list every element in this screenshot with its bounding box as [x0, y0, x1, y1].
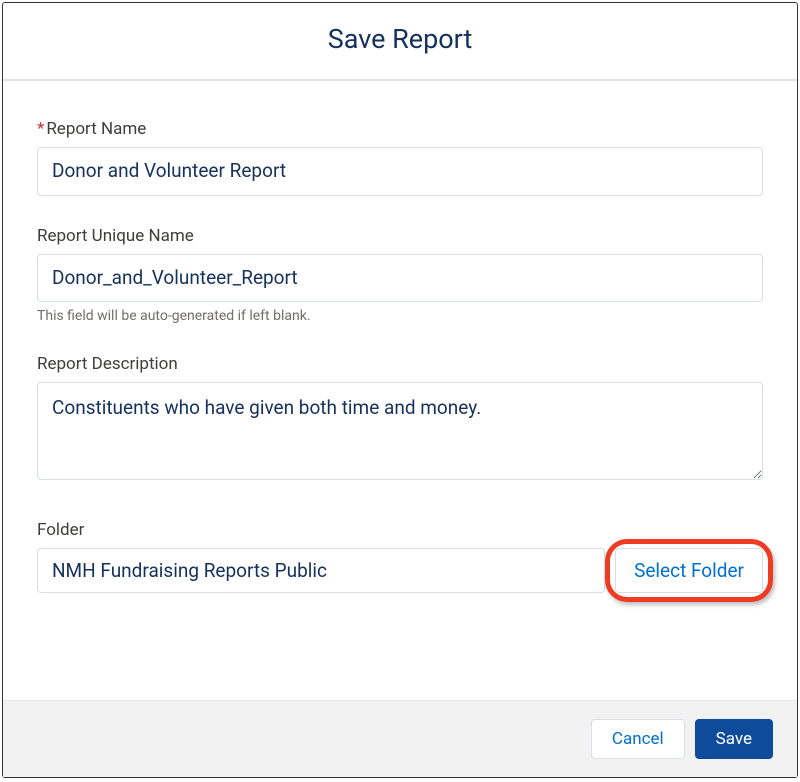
- save-report-modal: Save Report *Report Name Report Unique N…: [2, 2, 798, 778]
- modal-body: *Report Name Report Unique Name This fie…: [3, 81, 797, 700]
- modal-footer: Cancel Save: [3, 700, 797, 777]
- cancel-button[interactable]: Cancel: [591, 719, 685, 759]
- report-name-label: *Report Name: [37, 119, 763, 139]
- description-textarea[interactable]: Constituents who have given both time an…: [37, 382, 763, 480]
- unique-name-input[interactable]: [37, 254, 763, 303]
- folder-row: Select Folder: [37, 548, 763, 593]
- description-label: Report Description: [37, 354, 763, 374]
- unique-name-label: Report Unique Name: [37, 226, 763, 246]
- unique-name-group: Report Unique Name This field will be au…: [37, 226, 763, 325]
- report-name-label-text: Report Name: [46, 119, 146, 139]
- report-name-input[interactable]: [37, 147, 763, 196]
- unique-name-help-text: This field will be auto-generated if lef…: [37, 308, 763, 324]
- select-folder-wrapper: Select Folder: [615, 548, 763, 593]
- folder-group: Folder Select Folder: [37, 520, 763, 593]
- report-name-group: *Report Name: [37, 119, 763, 196]
- modal-header: Save Report: [3, 3, 797, 81]
- save-button[interactable]: Save: [695, 719, 773, 759]
- folder-input[interactable]: [37, 548, 605, 593]
- description-group: Report Description Constituents who have…: [37, 354, 763, 484]
- modal-title: Save Report: [3, 23, 797, 55]
- select-folder-button[interactable]: Select Folder: [615, 548, 763, 593]
- required-asterisk-icon: *: [37, 119, 44, 139]
- folder-label: Folder: [37, 520, 763, 540]
